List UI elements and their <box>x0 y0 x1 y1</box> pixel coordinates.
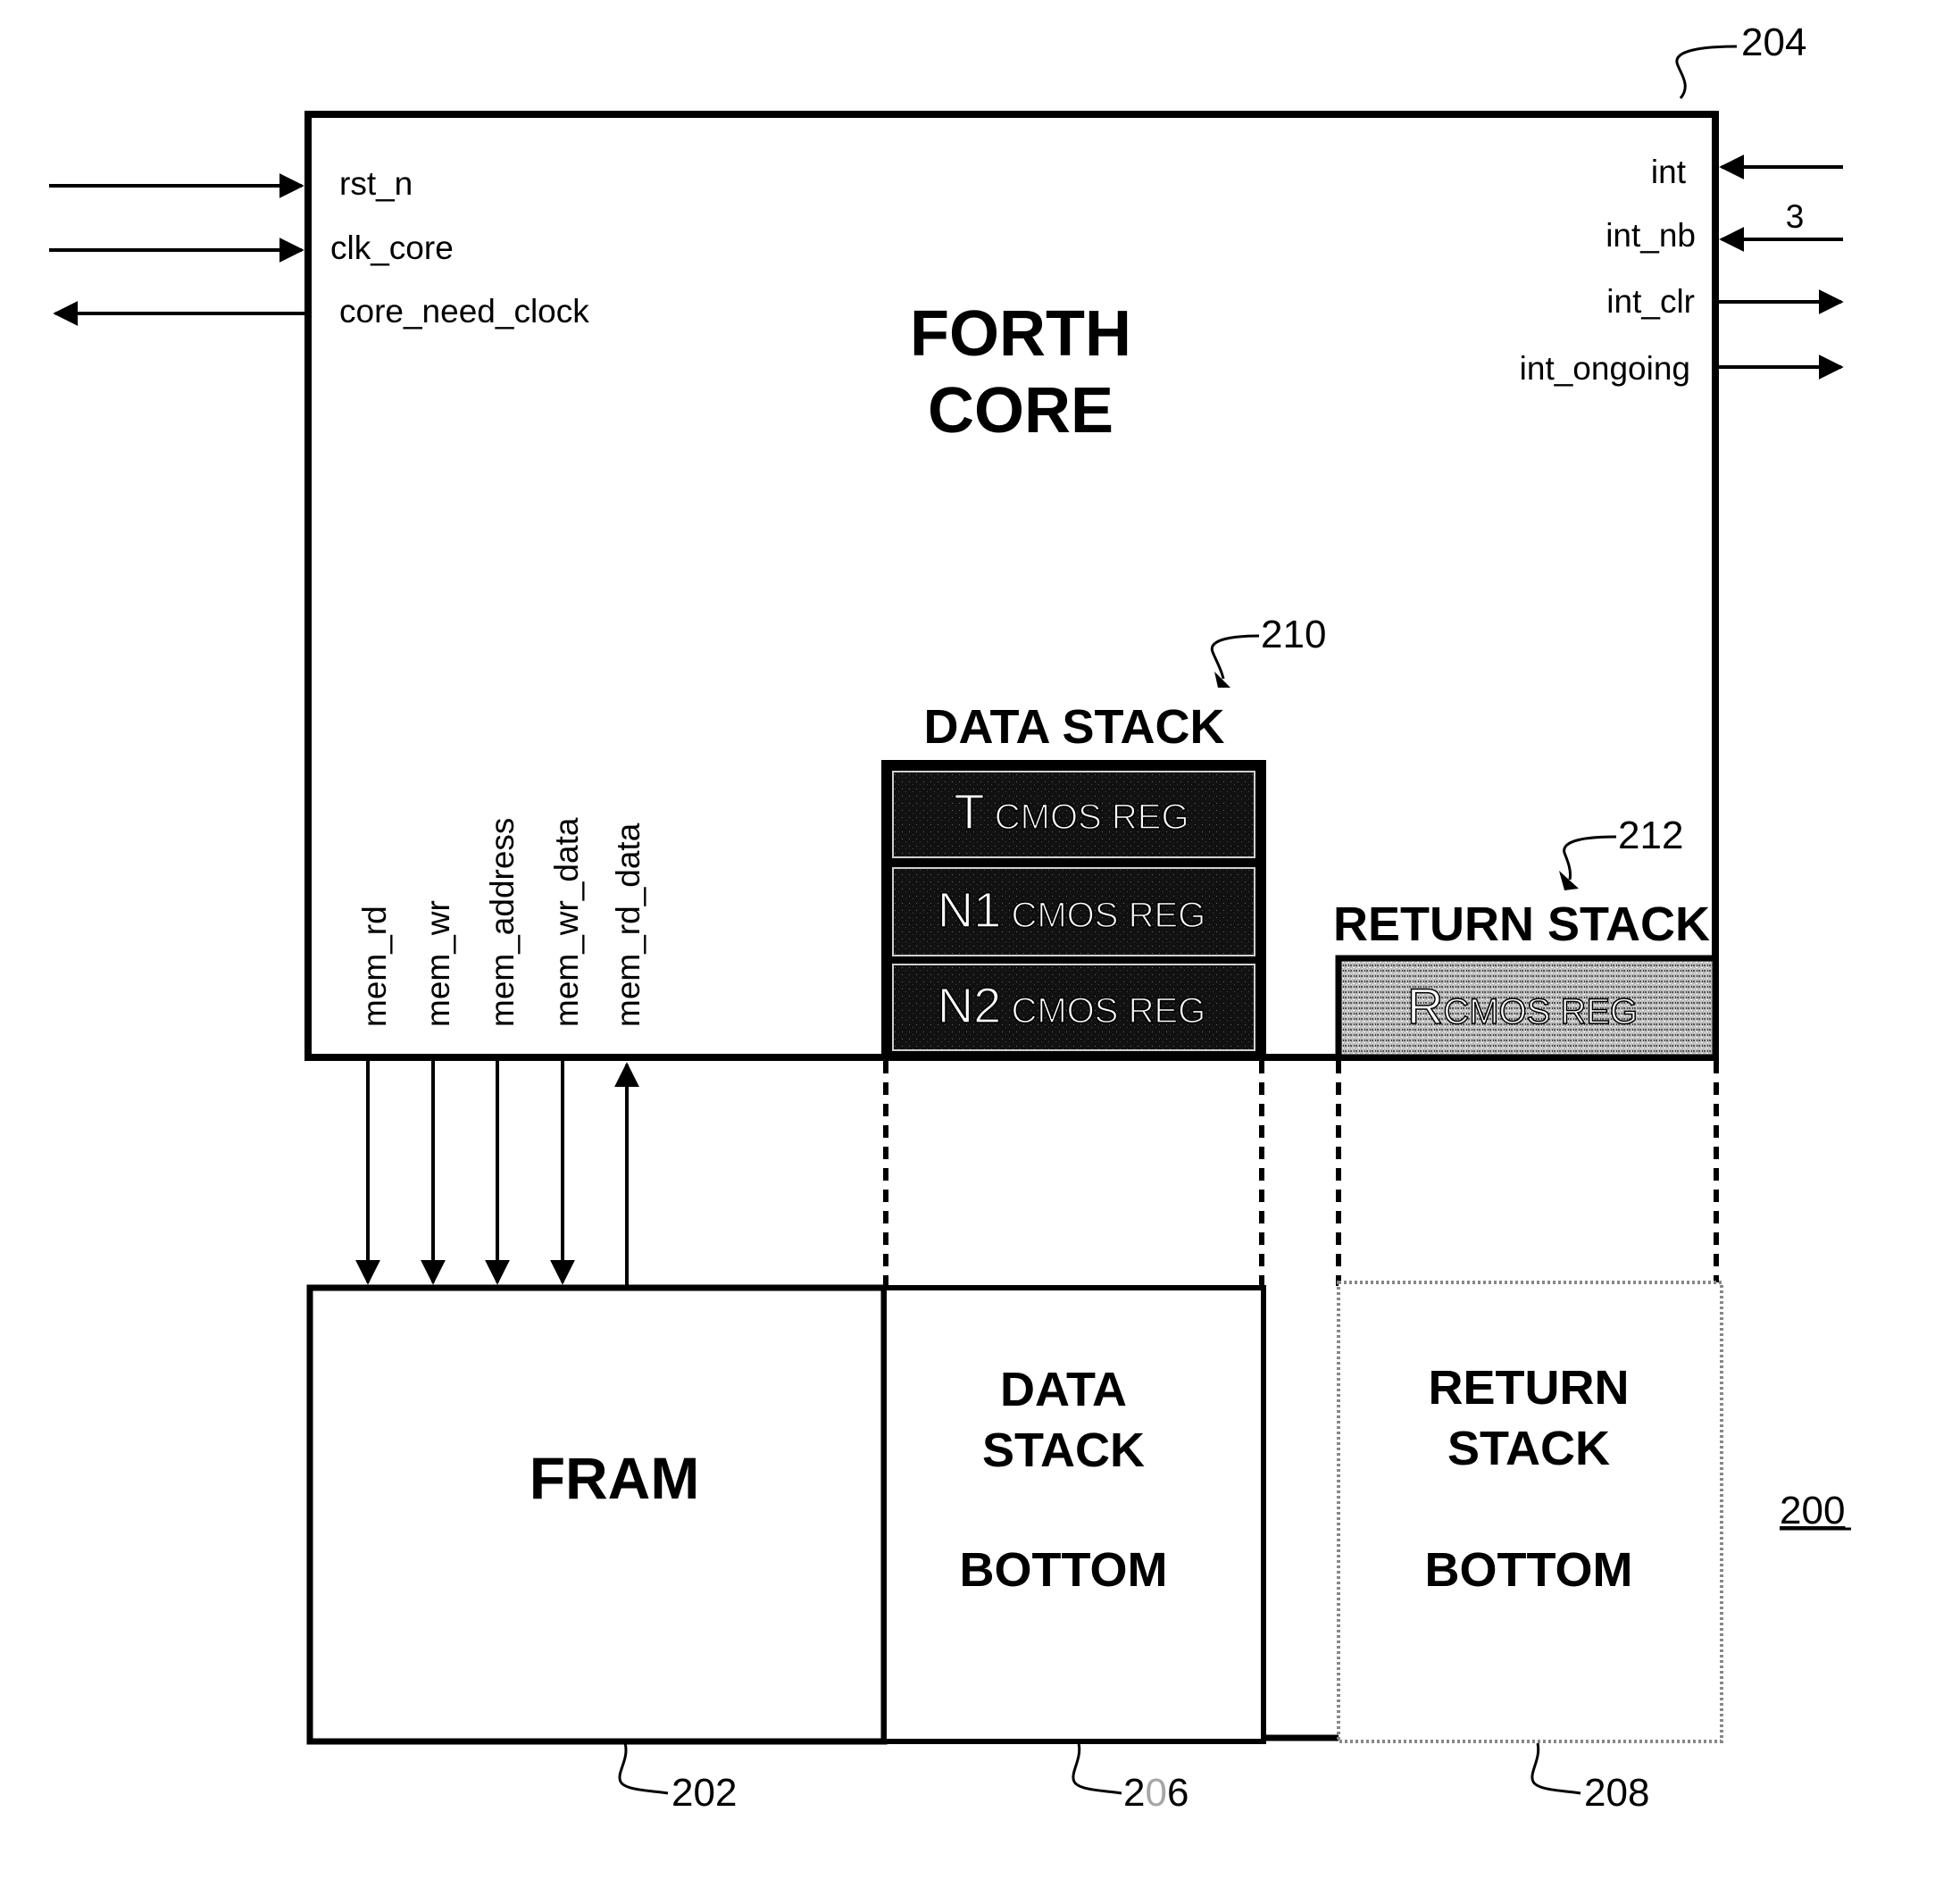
mem-address-label: mem_address <box>484 818 521 1027</box>
reference-label: 204 <box>1741 21 1806 64</box>
data-stack-bottom-line2: STACK <box>982 1424 1145 1477</box>
fram-box <box>306 1284 888 1745</box>
core-need-clock-label: core_need_clock <box>339 293 589 330</box>
int-clr-label: int_clr <box>1606 283 1695 320</box>
data-stack-reference: 210 <box>1261 613 1326 656</box>
return-stack-bottom-leader <box>1530 1742 1581 1795</box>
return-stack-bottom-line3: BOTTOM <box>1425 1543 1633 1597</box>
return-stack-bottom-line2: STACK <box>1447 1422 1610 1475</box>
return-stack-bottom-box <box>1337 1281 1723 1743</box>
data-stack-bottom-line3: BOTTOM <box>960 1543 1168 1597</box>
int-nb-label: int_nb <box>1606 217 1696 254</box>
reference-204: 204 <box>1675 21 1806 99</box>
data-stack-bottom-leader <box>1072 1742 1122 1795</box>
forth-core-title-line1: FORTH <box>910 298 1131 370</box>
mem-rd-label: mem_rd <box>356 906 393 1027</box>
data-stack-bottom-line1: DATA <box>1000 1363 1127 1416</box>
mem-wr-label: mem_wr <box>420 900 456 1027</box>
data-stack-bottom-box <box>881 1285 1266 1744</box>
mem-rd-data-label: mem_rd_data <box>610 822 646 1027</box>
leader-line <box>1675 45 1738 99</box>
rst-n-label: rst_n <box>339 165 413 202</box>
int-nb-bus-width: 3 <box>1786 198 1805 235</box>
fram-label: FRAM <box>530 1445 700 1511</box>
fram-leader <box>618 1742 669 1795</box>
forth-core-title-line2: CORE <box>928 375 1113 447</box>
return-stack-bottom-reference: 208 <box>1584 1771 1649 1815</box>
int-ongoing-label: int_ongoing <box>1520 350 1690 387</box>
return-stack-label: RETURN STACK <box>1333 898 1710 951</box>
data-stack-label: DATA STACK <box>924 700 1225 754</box>
forth-core-diagram: FORTH CORE 204 rst_n clk_core core_need_… <box>49 21 1851 1815</box>
return-stack-reference: 212 <box>1618 814 1683 857</box>
int-label: int <box>1651 154 1687 190</box>
mem-wr-data-label: mem_wr_data <box>548 817 585 1027</box>
clk-core-label: clk_core <box>330 230 454 266</box>
data-stack-bottom-reference: 206 <box>1123 1771 1189 1815</box>
figure-reference: 200 <box>1780 1489 1845 1532</box>
return-stack-bottom-line1: RETURN <box>1429 1361 1630 1415</box>
memory-blocks: FRAM DATA STACK BOTTOM RETURN STACK BOTT… <box>306 1281 1723 1745</box>
dashed-connectors <box>883 1061 1719 1286</box>
fram-reference: 202 <box>671 1771 737 1815</box>
